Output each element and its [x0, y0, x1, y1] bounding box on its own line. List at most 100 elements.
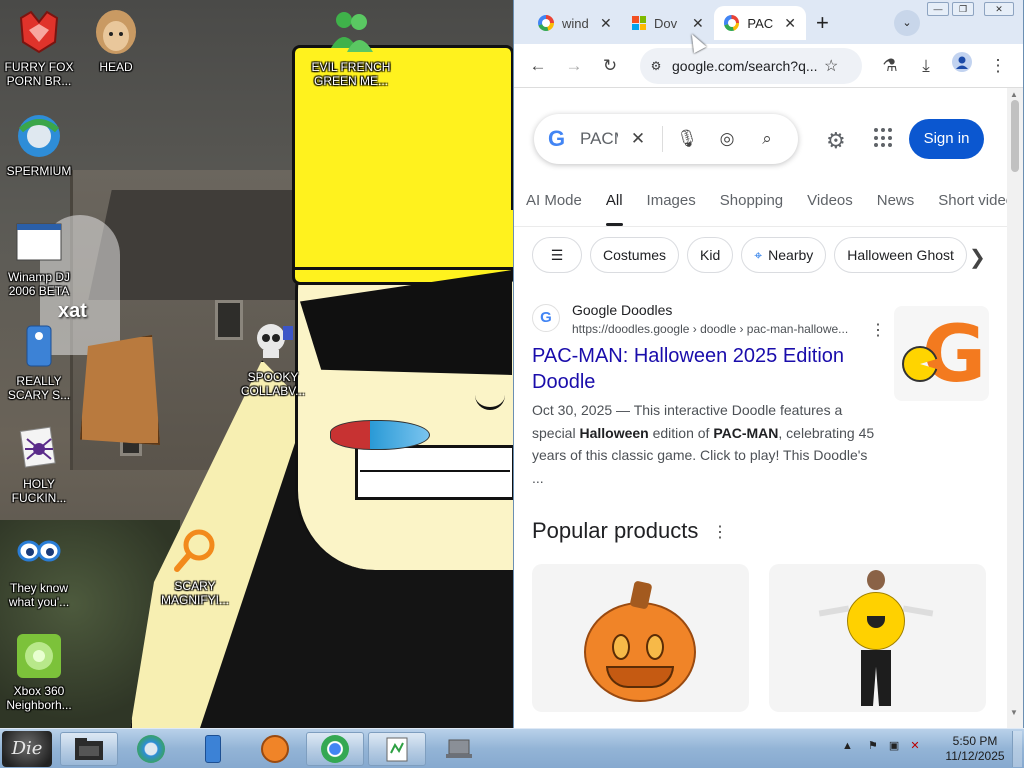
filter-news[interactable]: News [865, 192, 927, 226]
profile-avatar-icon[interactable] [948, 52, 976, 80]
search-icon[interactable]: ⌕ [747, 129, 787, 149]
browser-menu-icon[interactable]: ⋮ [984, 52, 1012, 80]
xbox-icon [17, 634, 61, 678]
character-hat-brim [295, 210, 515, 270]
desktop-icon-label: SCARY MAGNIFYI... [160, 579, 229, 607]
desktop-icon-spermium[interactable]: SPERMIUM [0, 112, 81, 178]
taskbar-clock[interactable]: 5:50 PM 11/12/2025 [940, 734, 1010, 764]
action-center-flag-icon[interactable]: ⚑ [868, 740, 878, 752]
chip-label: Nearby [768, 247, 814, 263]
system-tray: ▲ ⚑ ▣ ✕ [842, 739, 920, 752]
start-button[interactable]: Die [2, 731, 52, 767]
spider-icon [19, 426, 56, 468]
chip-nearby[interactable]: ⌖ Nearby [741, 237, 827, 273]
tray-expand-icon[interactable]: ▲ [842, 740, 853, 752]
filter-images[interactable]: Images [635, 192, 708, 226]
download-icon[interactable]: ⤓ [912, 52, 940, 80]
location-pin-icon: ⌖ [754, 247, 763, 263]
labs-flask-icon[interactable]: ⚗ [876, 52, 904, 80]
desktop-icon-winamp[interactable]: Winamp DJ 2006 BETA [0, 218, 81, 298]
chip-costumes[interactable]: Costumes [590, 237, 680, 273]
reload-button[interactable]: ↻ [596, 52, 624, 80]
taskbar-xat[interactable] [184, 732, 242, 766]
chevron-right-icon[interactable]: ❯ [969, 245, 986, 270]
tab-pac-search[interactable]: PAC ✕ [714, 6, 806, 40]
desktop-icon-scary-magnifier[interactable]: SCARY MAGNIFYI... [153, 527, 237, 607]
settings-gear-icon[interactable]: ⚙ [826, 128, 846, 154]
network-icon[interactable]: ▣ [889, 740, 899, 752]
volume-muted-icon[interactable]: ✕ [910, 740, 919, 752]
search-input[interactable]: PACM [580, 129, 618, 149]
close-tab-icon[interactable]: ✕ [784, 15, 796, 32]
page-scrollbar[interactable]: ▲ ▼ [1007, 88, 1023, 728]
scroll-thumb[interactable] [1011, 100, 1019, 172]
result-date: Oct 30, 2025 [532, 402, 613, 418]
filter-videos[interactable]: Videos [795, 192, 865, 226]
desktop-icon-xbox[interactable]: Xbox 360 Neighborh... [0, 632, 81, 712]
desktop-icon-they-know[interactable]: They know what you'... [0, 529, 81, 609]
result-site-name: Google Doodles [572, 302, 673, 318]
filter-all[interactable]: All [594, 192, 635, 226]
show-desktop-button[interactable] [1012, 731, 1022, 767]
search-box[interactable]: G PACM ✕ 🎙 ◎ ⌕ [534, 114, 798, 164]
desktop-icon-label: They know what you'... [8, 581, 70, 609]
result-more-icon[interactable]: ⋮ [870, 320, 886, 340]
microphone-icon[interactable]: 🎙 [667, 129, 707, 149]
filter-shopping[interactable]: Shopping [708, 192, 795, 226]
pacman-costume-image [818, 570, 934, 710]
tab-windows[interactable]: wind ✕ [528, 6, 622, 40]
close-tab-icon[interactable]: ✕ [600, 15, 612, 32]
browser-toolbar: ← → ↻ ⚙ google.com/search?q... ☆ ⚗ ⤓ ⋮ [514, 44, 1023, 88]
filter-short-video[interactable]: Short video [926, 192, 1009, 226]
taskbar-app[interactable] [430, 732, 488, 766]
result-thumbnail[interactable]: G [894, 306, 989, 401]
bookmark-star-icon[interactable]: ☆ [824, 56, 838, 76]
desktop-icon-really-scary[interactable]: REALLY SCARY S... [0, 322, 81, 402]
scroll-down-icon[interactable]: ▼ [1010, 708, 1018, 717]
taskbar-browser[interactable] [122, 732, 180, 766]
browser-window: wind ✕ Dov ✕ PAC ✕ + ⌄ — ❐ ✕ ← → ↻ ⚙ goo… [513, 0, 1024, 728]
desktop-icon-furry-fox[interactable]: FURRY FOX PORN BR... [0, 8, 81, 88]
taskbar-explorer[interactable] [60, 732, 118, 766]
apps-grid-icon[interactable] [874, 128, 894, 148]
address-text[interactable]: google.com/search?q... [672, 58, 820, 74]
chip-filters[interactable]: ☰ [532, 237, 582, 273]
desktop-icon-spooky[interactable]: SPOOKY COLLABV... [231, 318, 315, 398]
snippet-text: edition of [648, 424, 714, 441]
maximize-button[interactable]: ❐ [952, 2, 974, 16]
clock-date: 11/12/2025 [945, 749, 1005, 763]
taskbar-chrome[interactable] [306, 732, 364, 766]
chip-kid[interactable]: Kid [687, 237, 734, 273]
product-card-pacman-costume[interactable] [769, 564, 986, 712]
scroll-up-icon[interactable]: ▲ [1010, 90, 1018, 99]
desktop-icon-holy[interactable]: HOLY FUCKIN... [0, 425, 81, 505]
address-bar[interactable]: ⚙ google.com/search?q... ☆ [640, 48, 862, 84]
google-icon [538, 15, 554, 31]
tab-search-button[interactable]: ⌄ [894, 10, 920, 36]
sign-in-button[interactable]: Sign in [909, 119, 984, 159]
close-tab-icon[interactable]: ✕ [692, 15, 704, 32]
back-button[interactable]: ← [524, 52, 552, 80]
popular-products-more-icon[interactable]: ⋮ [712, 522, 728, 542]
forward-button[interactable]: → [560, 52, 588, 80]
product-card-pumpkin[interactable] [532, 564, 749, 712]
site-info-icon[interactable]: ⚙ [646, 56, 666, 76]
desktop-icon-head[interactable]: HEAD [74, 8, 158, 74]
desktop-icon-evil-french[interactable]: EVIL FRENCH GREEN ME... [309, 8, 393, 88]
result-title-link[interactable]: PAC-MAN: Halloween 2025 Edition Doodle [532, 343, 877, 395]
minimize-button[interactable]: — [927, 2, 949, 16]
xat-icon [26, 325, 52, 367]
filter-ai-mode[interactable]: AI Mode [514, 192, 594, 226]
clear-search-icon[interactable]: ✕ [618, 129, 658, 149]
taskbar-pumpkin[interactable] [246, 732, 304, 766]
camera-search-icon[interactable]: ◎ [707, 129, 747, 149]
desktop-icon-label: Xbox 360 Neighborh... [6, 684, 72, 712]
taskbar-notepad[interactable] [368, 732, 426, 766]
result-url: https://doodles.google › doodle › pac-ma… [572, 322, 849, 336]
chip-halloween-ghost[interactable]: Halloween Ghost [834, 237, 967, 273]
new-tab-button[interactable]: + [816, 10, 829, 36]
close-window-button[interactable]: ✕ [984, 2, 1014, 16]
desktop-icon-label: REALLY SCARY S... [7, 374, 71, 402]
desktop-icon-label: FURRY FOX PORN BR... [4, 60, 74, 88]
search-results-page: G PACM ✕ 🎙 ◎ ⌕ ⚙ Sign in AI Mode All Ima… [514, 88, 1009, 728]
